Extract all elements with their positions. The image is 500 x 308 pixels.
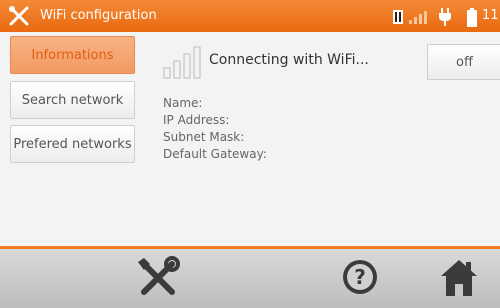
- ip-address-label: IP Address:: [163, 113, 230, 127]
- power-plug-icon: [439, 8, 451, 26]
- wifi-signal-icon: [163, 46, 201, 79]
- window-title: WiFi configuration: [40, 8, 157, 23]
- subnet-mask-label: Subnet Mask:: [163, 130, 245, 144]
- svg-text:?: ?: [354, 265, 366, 289]
- help-icon[interactable]: ?: [341, 258, 379, 296]
- bottom-toolbar: [0, 249, 500, 308]
- sidebar-item-label: Informations: [31, 47, 114, 63]
- home-icon[interactable]: [440, 258, 478, 298]
- sidebar-item-informations[interactable]: Informations: [10, 36, 135, 74]
- signal-strength-icon: [409, 11, 427, 24]
- battery-indicator-icon: [393, 10, 403, 24]
- name-label: Name:: [163, 96, 203, 110]
- connection-status: Connecting with WiFi...: [209, 52, 369, 68]
- sidebar-item-prefered-networks[interactable]: Prefered networks: [10, 125, 135, 163]
- wrench-screwdriver-icon[interactable]: [8, 5, 30, 27]
- tools-icon[interactable]: [136, 256, 180, 300]
- wifi-toggle-label: off: [456, 54, 473, 70]
- sidebar-item-label: Search network: [21, 92, 124, 108]
- sidebar-item-label: Prefered networks: [13, 136, 132, 152]
- battery-icon: [467, 8, 477, 27]
- wifi-toggle-button[interactable]: off: [427, 44, 500, 80]
- title-bar: WiFi configuration 11:25: [0, 0, 500, 32]
- default-gateway-label: Default Gateway:: [163, 147, 267, 161]
- sidebar-item-search-network[interactable]: Search network: [10, 81, 135, 119]
- clock: 11:25: [482, 8, 500, 23]
